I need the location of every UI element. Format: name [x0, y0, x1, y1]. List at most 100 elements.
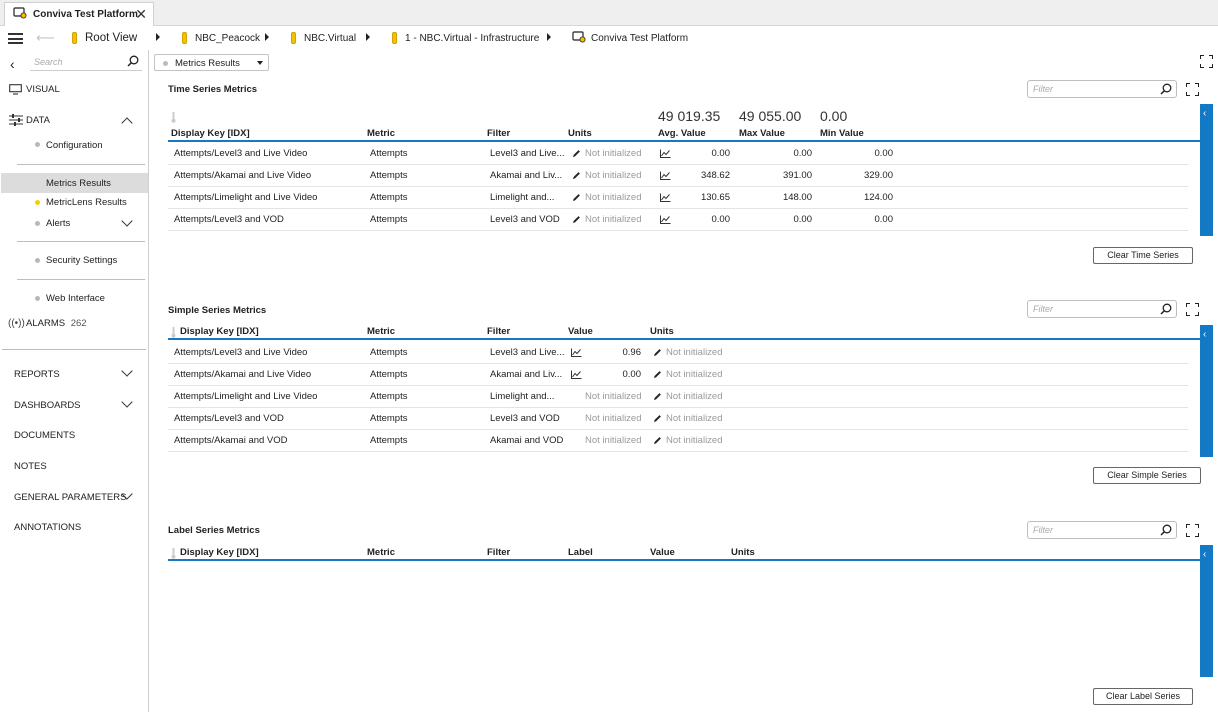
chevron-up-icon[interactable] [121, 117, 133, 129]
table-row-display-key[interactable]: Attempts/Level3 and VOD [174, 214, 284, 225]
chevron-down-icon[interactable] [121, 215, 133, 227]
column-header-label[interactable]: Label [568, 547, 593, 558]
row-separator [168, 186, 1188, 187]
back-arrow-icon[interactable]: ⟵ [36, 30, 55, 46]
pencil-icon[interactable] [572, 171, 581, 183]
column-header-metric[interactable]: Metric [367, 128, 395, 139]
column-header-filter[interactable]: Filter [487, 326, 510, 337]
breadcrumb-conviva-test-platform[interactable]: Conviva Test Platform [572, 30, 688, 46]
breadcrumb-infrastructure[interactable]: 1 - NBC.Virtual - Infrastructure [392, 30, 539, 46]
sidebar-section-documents[interactable]: DOCUMENTS [14, 430, 75, 441]
sidebar-item-alarms[interactable]: ALARMS 262 [26, 318, 87, 329]
sidebar-item-metrics-results[interactable]: Metrics Results [46, 178, 111, 189]
column-header-display-key[interactable]: Display Key [IDX] [171, 128, 250, 139]
search-icon[interactable] [127, 55, 139, 70]
pencil-icon[interactable] [572, 215, 581, 227]
column-header-units[interactable]: Units [568, 128, 592, 139]
pencil-icon[interactable] [653, 370, 662, 382]
table-row-units: Not initialized [666, 347, 723, 358]
column-header-metric[interactable]: Metric [367, 326, 395, 337]
column-header-display-key[interactable]: Display Key [IDX] [180, 326, 259, 337]
sidebar-item-data[interactable]: DATA [26, 115, 50, 126]
column-header-avg-value[interactable]: Avg. Value [658, 128, 706, 139]
sidebar-item-metriclens-results[interactable]: MetricLens Results [46, 197, 127, 208]
simple-series-side-panel-toggle[interactable]: ‹ [1200, 325, 1213, 457]
column-header-value[interactable]: Value [568, 326, 593, 337]
fullscreen-icon[interactable] [1200, 55, 1213, 68]
sidebar-item-visual[interactable]: VISUAL [26, 84, 60, 95]
column-header-display-key[interactable]: Display Key [IDX] [180, 547, 259, 558]
breadcrumb-separator-icon[interactable] [156, 33, 160, 41]
column-header-filter[interactable]: Filter [487, 547, 510, 558]
sidebar-search-input[interactable]: Search [30, 55, 142, 71]
simple-series-filter-input[interactable]: Filter [1027, 300, 1177, 318]
table-row-display-key[interactable]: Attempts/Limelight and Live Video [174, 391, 317, 402]
device-icon [13, 7, 27, 22]
expand-icon[interactable] [1186, 83, 1199, 96]
column-header-value[interactable]: Value [650, 547, 675, 558]
chevron-down-icon[interactable] [121, 396, 133, 408]
table-row-display-key[interactable]: Attempts/Akamai and Live Video [174, 369, 311, 380]
search-icon[interactable] [1160, 524, 1172, 539]
clear-time-series-button[interactable]: Clear Time Series [1093, 247, 1193, 264]
table-row-filter: Level3 and Live... [490, 347, 565, 358]
table-row-metric: Attempts [370, 391, 408, 402]
search-placeholder: Search [34, 57, 63, 67]
time-series-filter-input[interactable]: Filter [1027, 80, 1177, 98]
pencil-icon[interactable] [653, 414, 662, 426]
collapse-sidebar-icon[interactable]: ‹ [10, 56, 15, 72]
breadcrumb-separator-icon[interactable] [265, 33, 269, 41]
sidebar-item-security-settings[interactable]: Security Settings [46, 255, 117, 266]
sidebar-section-annotations[interactable]: ANNOTATIONS [14, 522, 81, 533]
close-icon[interactable]: ✕ [135, 6, 147, 23]
breadcrumb-root-view[interactable]: Root View [72, 30, 137, 46]
pencil-icon[interactable] [653, 348, 662, 360]
sliders-icon [9, 114, 23, 129]
pencil-icon[interactable] [572, 149, 581, 161]
column-header-units[interactable]: Units [650, 326, 674, 337]
label-series-filter-input[interactable]: Filter [1027, 521, 1177, 539]
table-row-display-key[interactable]: Attempts/Akamai and Live Video [174, 170, 311, 181]
sidebar-item-configuration[interactable]: Configuration [46, 140, 103, 151]
table-row-min-value: 124.00 [863, 192, 893, 203]
search-icon[interactable] [1160, 83, 1172, 98]
clear-simple-series-button[interactable]: Clear Simple Series [1093, 467, 1201, 484]
breadcrumb-nbc-virtual[interactable]: NBC.Virtual [291, 30, 356, 46]
expand-icon[interactable] [1186, 524, 1199, 537]
sidebar-section-dashboards[interactable]: DASHBOARDS [14, 400, 81, 411]
folder-icon [291, 32, 296, 44]
pencil-icon[interactable] [572, 193, 581, 205]
table-row-display-key[interactable]: Attempts/Level3 and Live Video [174, 347, 307, 358]
clear-label-series-button[interactable]: Clear Label Series [1093, 688, 1193, 705]
column-header-min-value[interactable]: Min Value [820, 128, 864, 139]
row-separator [168, 164, 1188, 165]
chevron-left-icon: ‹ [1203, 108, 1207, 119]
view-selector-dropdown[interactable]: Metrics Results [154, 54, 269, 71]
sidebar-item-alerts[interactable]: Alerts [46, 218, 70, 229]
table-row-units: Not initialized [585, 148, 642, 159]
table-row-display-key[interactable]: Attempts/Limelight and Live Video [174, 192, 317, 203]
column-header-units[interactable]: Units [731, 547, 755, 558]
pencil-icon[interactable] [653, 436, 662, 448]
sidebar-item-web-interface[interactable]: Web Interface [46, 293, 105, 304]
tab-conviva-test-platform[interactable]: Conviva Test Platform ✕ [4, 2, 154, 26]
sidebar-section-notes[interactable]: NOTES [14, 461, 47, 472]
column-header-filter[interactable]: Filter [487, 128, 510, 139]
column-header-metric[interactable]: Metric [367, 547, 395, 558]
expand-icon[interactable] [1186, 303, 1199, 316]
breadcrumb-nbc-peacock[interactable]: NBC_Peacock [182, 30, 260, 46]
sidebar-section-general-parameters[interactable]: GENERAL PARAMETERS [14, 492, 126, 503]
hamburger-menu-icon[interactable] [8, 33, 23, 44]
search-icon[interactable] [1160, 303, 1172, 318]
sidebar-section-reports[interactable]: REPORTS [14, 369, 60, 380]
column-header-max-value[interactable]: Max Value [739, 128, 785, 139]
chevron-down-icon[interactable] [121, 365, 133, 377]
pencil-icon[interactable] [653, 392, 662, 404]
label-series-side-panel-toggle[interactable]: ‹ [1200, 545, 1213, 677]
table-row-display-key[interactable]: Attempts/Level3 and Live Video [174, 148, 307, 159]
time-series-side-panel-toggle[interactable]: ‹ [1200, 104, 1213, 236]
breadcrumb-separator-icon[interactable] [547, 33, 551, 41]
table-row-display-key[interactable]: Attempts/Level3 and VOD [174, 413, 284, 424]
table-row-display-key[interactable]: Attempts/Akamai and VOD [174, 435, 288, 446]
breadcrumb-separator-icon[interactable] [366, 33, 370, 41]
